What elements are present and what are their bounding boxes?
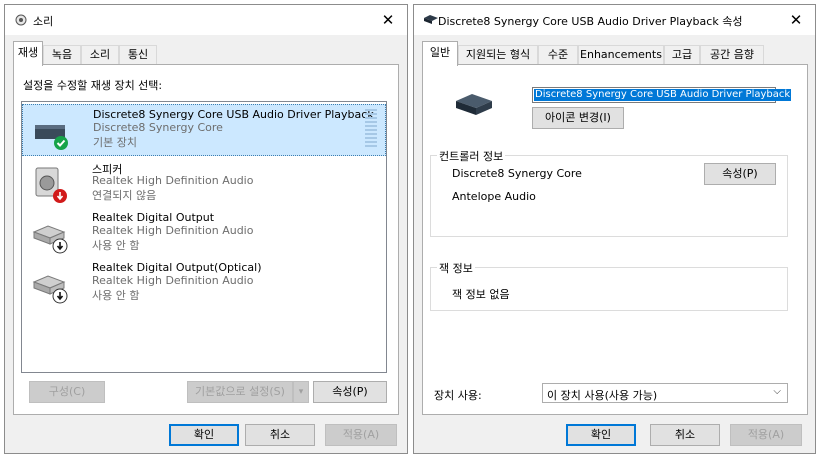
tab-sounds[interactable]: 소리 bbox=[81, 45, 119, 65]
apply-button[interactable]: 적용(A) bbox=[730, 424, 802, 446]
close-icon[interactable]: ✕ bbox=[377, 9, 399, 31]
device-item-digital-output[interactable]: Realtek Digital Output Realtek High Defi… bbox=[22, 208, 386, 260]
controller-info-title: 컨트롤러 정보 bbox=[437, 148, 506, 164]
audio-device-icon bbox=[456, 94, 492, 115]
controller-name: Discrete8 Synergy Core bbox=[452, 167, 582, 180]
cancel-button[interactable]: 취소 bbox=[245, 424, 315, 446]
tab-communications[interactable]: 통신 bbox=[119, 45, 157, 65]
tab-general[interactable]: 일반 bbox=[422, 41, 458, 66]
audio-device-icon bbox=[35, 125, 68, 150]
controller-properties-button[interactable]: 속성(P) bbox=[704, 163, 776, 185]
chevron-down-icon: ⌵ bbox=[773, 386, 781, 397]
close-icon[interactable]: ✕ bbox=[785, 9, 807, 31]
device-status: 연결되지 않음 bbox=[92, 189, 157, 202]
audio-device-icon bbox=[424, 15, 438, 24]
device-name: Realtek Digital Output bbox=[92, 211, 215, 224]
speaker-icon bbox=[15, 14, 27, 26]
change-icon-button[interactable]: 아이콘 변경(I) bbox=[532, 107, 624, 129]
properties-button[interactable]: 속성(P) bbox=[313, 381, 387, 403]
device-item-optical-output[interactable]: Realtek Digital Output(Optical) Realtek … bbox=[22, 258, 386, 310]
sound-dialog: 소리 ✕ 재생 녹음 소리 통신 설정을 수정할 재생 장치 선택: Discr… bbox=[4, 4, 408, 454]
tab-advanced[interactable]: 고급 bbox=[664, 45, 700, 65]
sound-titlebar[interactable]: 소리 ✕ bbox=[5, 5, 407, 35]
device-usage-select[interactable]: 이 장치 사용(사용 가능) ⌵ bbox=[542, 383, 788, 403]
digital-output-icon bbox=[32, 275, 68, 304]
device-driver: Realtek High Definition Audio bbox=[92, 274, 254, 287]
tab-recording[interactable]: 녹음 bbox=[43, 45, 81, 65]
device-driver: Realtek High Definition Audio bbox=[92, 224, 254, 237]
tab-enhancements[interactable]: Enhancements bbox=[578, 45, 664, 65]
properties-titlebar[interactable]: Discrete8 Synergy Core USB Audio Driver … bbox=[414, 5, 815, 35]
device-driver: Discrete8 Synergy Core bbox=[93, 121, 223, 134]
device-name-input[interactable]: Discrete8 Synergy Core USB Audio Driver … bbox=[532, 87, 792, 103]
digital-output-icon bbox=[32, 225, 68, 254]
tab-supported-formats[interactable]: 지원되는 형식 bbox=[458, 45, 538, 65]
jack-info-title: 잭 정보 bbox=[437, 260, 475, 276]
device-driver: Realtek High Definition Audio bbox=[92, 174, 254, 187]
properties-dialog: Discrete8 Synergy Core USB Audio Driver … bbox=[413, 4, 816, 454]
playback-instruction: 설정을 수정할 재생 장치 선택: bbox=[23, 79, 163, 92]
device-status: 사용 안 함 bbox=[92, 239, 140, 252]
jack-info-value: 잭 정보 없음 bbox=[452, 288, 510, 301]
device-item-synergy[interactable]: Discrete8 Synergy Core USB Audio Driver … bbox=[22, 104, 386, 156]
level-meter bbox=[365, 109, 377, 149]
controller-vendor: Antelope Audio bbox=[452, 190, 536, 203]
ok-button[interactable]: 확인 bbox=[566, 424, 636, 446]
set-default-dropdown-icon[interactable]: ▾ bbox=[293, 381, 309, 403]
tab-levels[interactable]: 수준 bbox=[538, 45, 578, 65]
device-item-speaker[interactable]: 스피커 Realtek High Definition Audio 연결되지 않… bbox=[22, 158, 386, 210]
device-list[interactable]: Discrete8 Synergy Core USB Audio Driver … bbox=[21, 101, 387, 373]
sound-title: 소리 bbox=[33, 15, 54, 28]
tab-playback[interactable]: 재생 bbox=[13, 41, 43, 66]
speaker-device-icon bbox=[35, 167, 67, 203]
tab-spatial-sound[interactable]: 공간 음향 bbox=[700, 45, 764, 65]
device-name: Realtek Digital Output(Optical) bbox=[92, 261, 262, 274]
ok-button[interactable]: 확인 bbox=[169, 424, 239, 446]
device-status: 기본 장치 bbox=[93, 136, 137, 149]
set-default-button[interactable]: 기본값으로 설정(S) bbox=[187, 381, 293, 403]
properties-title: Discrete8 Synergy Core USB Audio Driver … bbox=[438, 15, 743, 28]
device-usage-value: 이 장치 사용(사용 가능) bbox=[547, 389, 658, 402]
device-name-value: Discrete8 Synergy Core USB Audio Driver … bbox=[534, 89, 792, 101]
device-name: Discrete8 Synergy Core USB Audio Driver … bbox=[93, 108, 374, 121]
cancel-button[interactable]: 취소 bbox=[650, 424, 720, 446]
device-status: 사용 안 함 bbox=[92, 289, 140, 302]
apply-button[interactable]: 적용(A) bbox=[325, 424, 397, 446]
configure-button[interactable]: 구성(C) bbox=[29, 381, 105, 403]
device-usage-label: 장치 사용: bbox=[434, 389, 482, 402]
